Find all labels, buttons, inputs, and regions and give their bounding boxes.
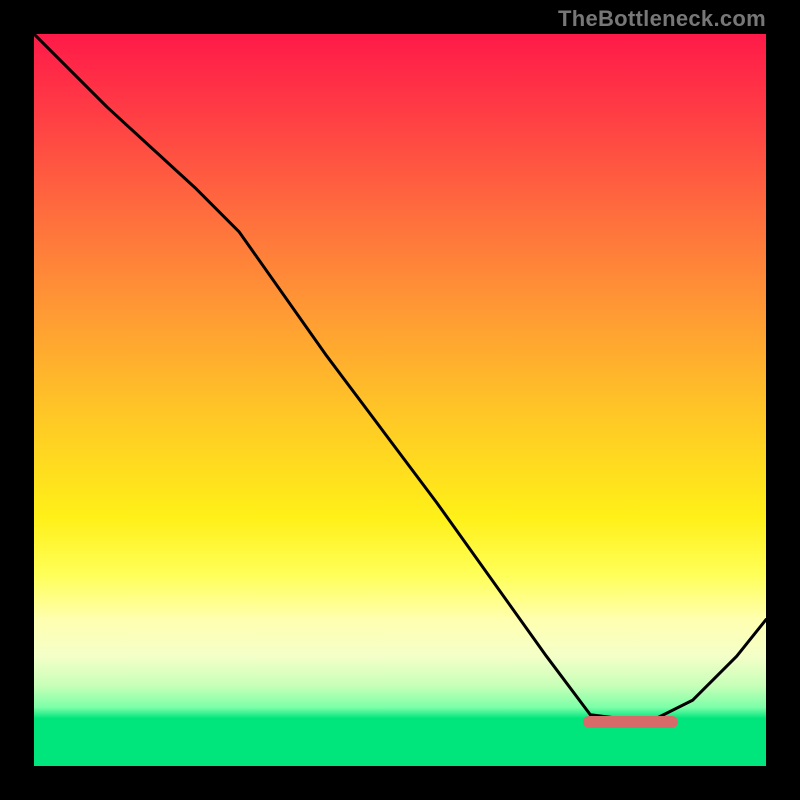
watermark-text: TheBottleneck.com: [558, 6, 766, 32]
plot-area: [34, 34, 766, 766]
chart-frame: TheBottleneck.com: [0, 0, 800, 800]
optimum-range-bar: [583, 716, 678, 728]
curve-layer: [34, 34, 766, 766]
bottleneck-curve: [34, 34, 766, 722]
